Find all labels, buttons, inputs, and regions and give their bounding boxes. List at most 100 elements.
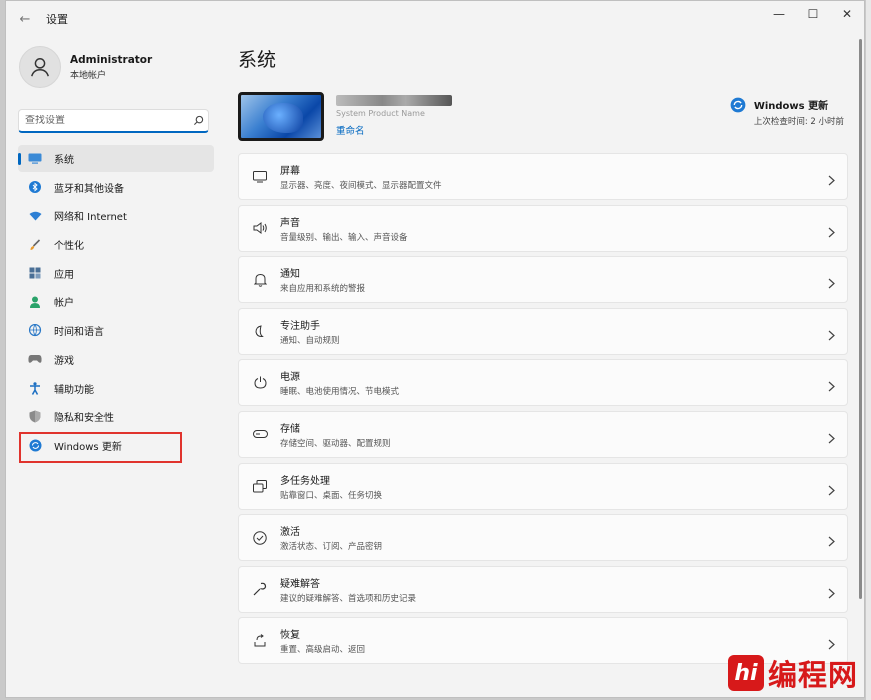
chevron-right-icon (828, 481, 835, 500)
card-label: 通知 (280, 269, 300, 281)
sidebar-item-label: 个性化 (54, 241, 84, 253)
sidebar-item-accessibility[interactable]: 辅助功能 (18, 375, 214, 402)
sidebar-item-time-language[interactable]: 时间和语言 (18, 317, 214, 344)
card-power[interactable]: 电源 睡眠、电池使用情况、节电模式 (238, 359, 848, 407)
card-description: 音量级别、输出、输入、声音设备 (280, 232, 408, 243)
sidebar-item-gaming[interactable]: 游戏 (18, 346, 214, 373)
device-info: System Product Name 重命名 Windows 更新 上次检查时… (238, 87, 848, 149)
sidebar-item-label: 系统 (54, 155, 74, 166)
privacy-highlight-box (19, 432, 182, 463)
window-controls: — ☐ ✕ (762, 1, 864, 27)
sidebar-item-label: 应用 (54, 269, 74, 281)
sidebar-item-bluetooth[interactable]: 蓝牙和其他设备 (18, 174, 214, 201)
chevron-right-icon (828, 274, 835, 293)
card-troubleshoot[interactable]: 疑难解答建议的疑难解答、首选项和历史记录 (238, 565, 848, 613)
gamepad-icon (28, 352, 42, 366)
settings-window: ← 设置 — ☐ ✕ Administrator 本地帐户 查找设置 系统 蓝牙… (5, 0, 865, 698)
card-display[interactable]: 屏幕 显示器、亮度、夜间模式、显示器配置文件 (238, 153, 848, 200)
check-circle-icon (250, 530, 270, 545)
watermark-logo: hi (728, 655, 764, 691)
main-content: 系统 System Product Name 重命名 Windows 更新 上次… (238, 37, 848, 697)
wrench-icon (250, 582, 270, 596)
display-icon (250, 170, 270, 183)
chevron-right-icon (828, 171, 835, 190)
card-description: 激活状态、订阅、产品密钥 (280, 542, 383, 553)
close-button[interactable]: ✕ (830, 1, 864, 27)
profile-name: Administrator (70, 53, 153, 66)
window-title: 设置 (46, 13, 68, 26)
moon-icon (250, 325, 270, 338)
search-icon[interactable] (188, 115, 208, 126)
device-model: System Product Name (336, 109, 425, 118)
card-label: 多任务处理 (280, 475, 330, 487)
bluetooth-icon (28, 180, 42, 194)
speaker-icon (250, 222, 270, 235)
bell-icon (250, 273, 270, 287)
chevron-right-icon (828, 223, 835, 242)
chevron-right-icon (828, 429, 835, 448)
user-profile[interactable]: Administrator 本地帐户 (19, 43, 221, 91)
minimize-button[interactable]: — (762, 1, 796, 27)
card-label: 激活 (280, 527, 300, 539)
sidebar-item-label: 隐私和安全性 (54, 413, 114, 425)
card-label: 恢复 (280, 630, 300, 642)
sidebar-item-label: 帐户 (54, 298, 74, 310)
card-label: 电源 (280, 372, 300, 384)
accessibility-icon (28, 381, 42, 395)
card-description: 建议的疑难解答、首选项和历史记录 (280, 593, 417, 604)
wifi-icon (28, 209, 42, 223)
watermark-text: 编程网 (768, 658, 859, 692)
card-multitasking[interactable]: 多任务处理贴靠窗口、桌面、任务切换 (238, 462, 848, 510)
chevron-right-icon (828, 377, 835, 396)
back-button[interactable]: ← (10, 4, 40, 34)
sidebar-item-privacy-security[interactable]: 隐私和安全性 (18, 403, 214, 430)
brush-icon (28, 238, 42, 252)
power-icon (250, 376, 270, 389)
card-sound[interactable]: 声音音量级别、输出、输入、声音设备 (238, 204, 848, 252)
storage-icon (250, 430, 270, 439)
sidebar-nav: 系统 蓝牙和其他设备 网络和 Internet 个性化 应用 帐户 时间和语言 … (6, 145, 221, 459)
search-input[interactable] (25, 115, 188, 126)
windows-update-status[interactable]: Windows 更新 上次检查时间: 2 小时前 (730, 97, 844, 127)
sidebar-item-network[interactable]: 网络和 Internet (18, 202, 214, 229)
device-name-redacted (336, 95, 452, 106)
watermark: hi 编程网 (728, 652, 858, 694)
sidebar: Administrator 本地帐户 系统 蓝牙和其他设备 网络和 Intern… (6, 37, 221, 697)
maximize-button[interactable]: ☐ (796, 1, 830, 27)
person-icon (28, 295, 42, 309)
card-label: 疑难解答 (280, 578, 320, 590)
device-thumbnail (238, 92, 324, 141)
apps-icon (28, 266, 42, 280)
sidebar-item-accounts[interactable]: 帐户 (18, 288, 214, 315)
card-label: 声音 (280, 217, 300, 229)
search-box (18, 109, 209, 133)
chevron-right-icon (828, 326, 835, 345)
card-activation[interactable]: 激活激活状态、订阅、产品密钥 (238, 514, 848, 562)
card-label: 存储 (280, 423, 300, 435)
sidebar-item-label: 辅助功能 (54, 384, 94, 396)
recovery-icon (250, 634, 270, 647)
monitor-icon (28, 152, 42, 166)
avatar (19, 46, 61, 88)
card-label: 屏幕 (280, 166, 300, 177)
background-window-edge (866, 0, 871, 700)
chevron-right-icon (828, 532, 835, 551)
person-icon (31, 58, 49, 77)
scrollbar[interactable] (859, 39, 862, 599)
sidebar-item-system[interactable]: 系统 (18, 145, 214, 172)
card-description: 贴靠窗口、桌面、任务切换 (280, 490, 383, 501)
card-focus-assist[interactable]: 专注助手 通知、自动规则 (238, 307, 848, 355)
card-description: 存储空间、驱动器、配置规则 (280, 438, 391, 449)
title-bar: ← 设置 — ☐ ✕ (6, 1, 864, 37)
chevron-right-icon (828, 584, 835, 603)
card-notifications[interactable]: 通知 来自应用和系统的警报 (238, 256, 848, 304)
sidebar-item-apps[interactable]: 应用 (18, 260, 214, 287)
sidebar-item-personalization[interactable]: 个性化 (18, 231, 214, 258)
rename-link[interactable]: 重命名 (336, 123, 365, 137)
card-storage[interactable]: 存储存储空间、驱动器、配置规则 (238, 410, 848, 458)
update-icon (730, 97, 746, 113)
update-title: Windows 更新 (753, 101, 829, 112)
page-title: 系统 (238, 49, 277, 71)
card-label: 专注助手 (280, 320, 320, 332)
sidebar-item-label: 时间和语言 (54, 327, 104, 339)
